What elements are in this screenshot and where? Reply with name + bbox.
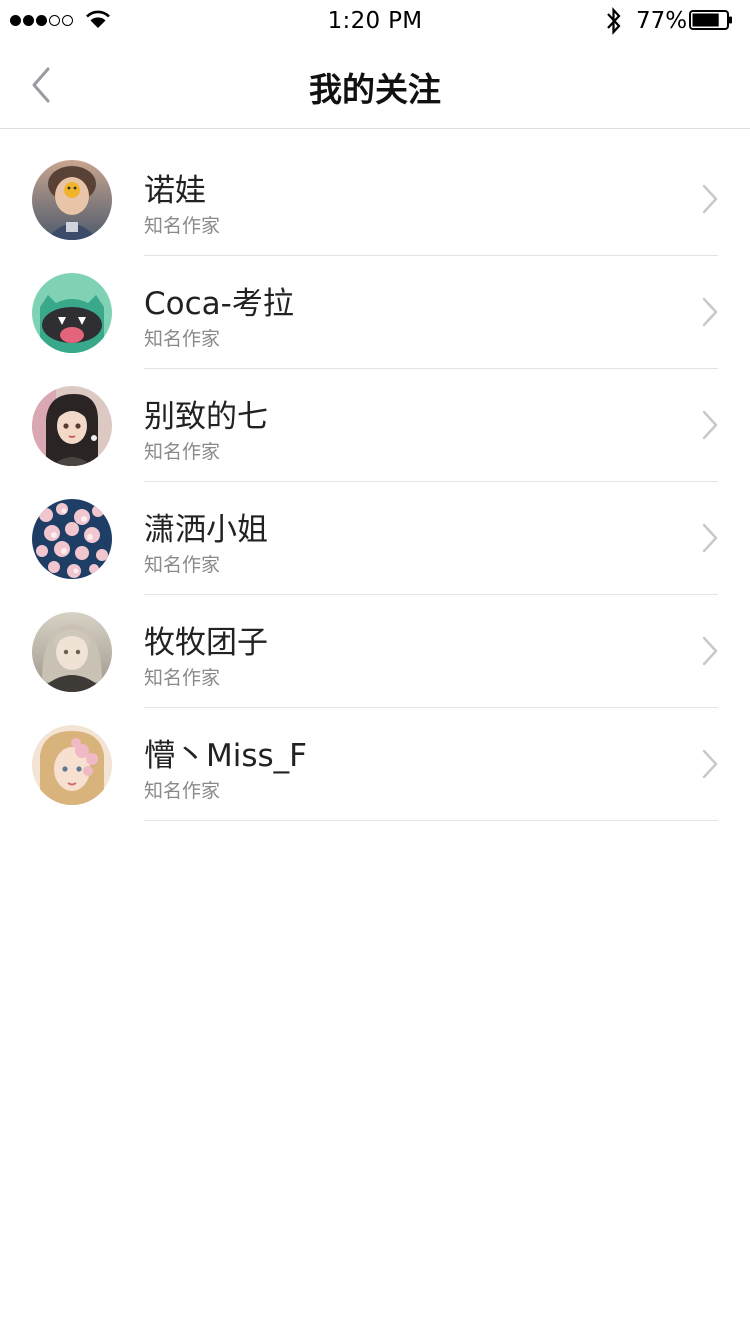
chevron-right-icon — [702, 749, 718, 779]
avatar — [32, 612, 112, 692]
item-name: 牧牧团子 — [144, 625, 268, 661]
list-item[interactable]: 诺娃 知名作家 — [0, 143, 750, 256]
list-item[interactable]: 潇洒小姐 知名作家 — [0, 482, 750, 595]
list-item[interactable]: 别致的七 知名作家 — [0, 369, 750, 482]
item-description: 知名作家 — [144, 667, 221, 689]
chevron-right-icon — [702, 410, 718, 440]
item-name: 懵丶Miss_F — [144, 738, 307, 774]
page-title: 我的关注 — [309, 70, 441, 109]
list-item[interactable]: Coca-考拉 知名作家 — [0, 256, 750, 369]
avatar — [32, 160, 112, 240]
bluetooth-icon — [607, 7, 621, 35]
item-description: 知名作家 — [144, 441, 221, 463]
item-description: 知名作家 — [144, 780, 221, 802]
avatar — [32, 725, 112, 805]
item-description: 知名作家 — [144, 328, 221, 350]
list-item[interactable]: 牧牧团子 知名作家 — [0, 595, 750, 708]
item-description: 知名作家 — [144, 554, 221, 576]
battery-percentage: 77% — [636, 8, 688, 34]
avatar — [32, 273, 112, 353]
chevron-right-icon — [702, 523, 718, 553]
item-name: Coca-考拉 — [144, 286, 294, 322]
status-bar: 1:20 PM 77% — [0, 0, 750, 44]
battery-icon — [689, 10, 732, 30]
item-name: 潇洒小姐 — [144, 512, 268, 548]
navigation-bar: 我的关注 — [0, 44, 750, 129]
divider — [144, 820, 718, 821]
chevron-right-icon — [702, 184, 718, 214]
chevron-right-icon — [702, 297, 718, 327]
avatar — [32, 386, 112, 466]
following-list: 诺娃 知名作家 Coca-考拉 知名作家 别致的七 知名作家 潇洒小姐 知名作家… — [0, 143, 750, 821]
chevron-right-icon — [702, 636, 718, 666]
avatar — [32, 499, 112, 579]
list-item[interactable]: 懵丶Miss_F 知名作家 — [0, 708, 750, 821]
item-name: 别致的七 — [144, 399, 268, 435]
item-description: 知名作家 — [144, 215, 221, 237]
item-name: 诺娃 — [144, 173, 206, 209]
